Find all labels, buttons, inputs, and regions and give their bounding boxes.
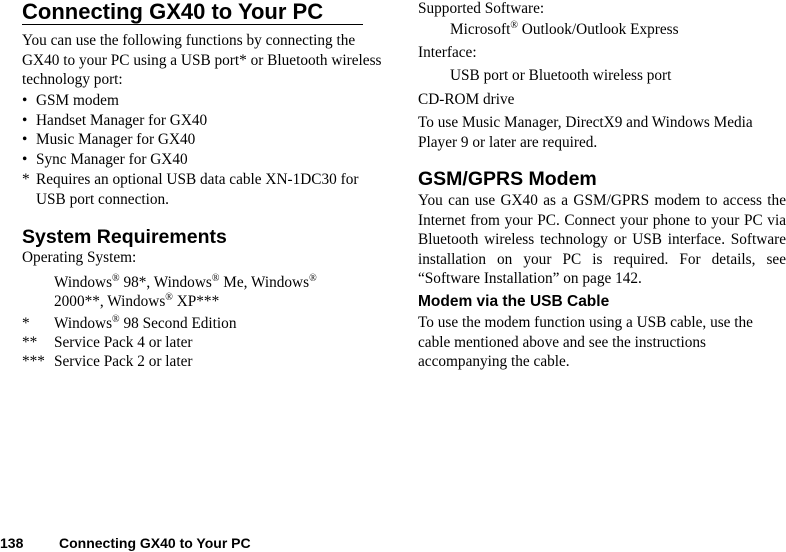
registered-mark: ® bbox=[112, 273, 120, 284]
usb-cable-heading: Modem via the USB Cable bbox=[418, 293, 610, 310]
list-item: • Handset Manager for GX40 bbox=[22, 111, 208, 129]
music-manager-note: To use Music Manager, DirectX9 and Windo… bbox=[418, 114, 753, 151]
list-item: • Music Manager for GX40 bbox=[22, 131, 196, 149]
gsm-gprs-paragraph: You can use GX40 as a GSM/GPRS modem to … bbox=[418, 192, 786, 288]
supported-software-value: Microsoft® Outlook/Outlook Express bbox=[450, 20, 679, 39]
gsm-gprs-modem-heading: GSM/GPRS Modem bbox=[418, 168, 597, 190]
interface-value: USB port or Bluetooth wireless port bbox=[450, 67, 672, 84]
system-requirements-heading: System Requirements bbox=[22, 226, 227, 248]
intro-paragraph: You can use the following functions by c… bbox=[22, 32, 382, 89]
page-title: Connecting GX40 to Your PC bbox=[22, 0, 363, 25]
bullet-mark: • bbox=[22, 111, 28, 129]
registered-mark: ® bbox=[112, 314, 120, 325]
registered-mark: ® bbox=[165, 292, 173, 303]
footnote-item: * Windows® 98 Second Edition bbox=[22, 314, 237, 333]
usb-cable-note: * Requires an optional USB data cable XN-… bbox=[22, 171, 359, 208]
os-line-1: Windows® 98*, Windows® Me, Windows® bbox=[54, 273, 317, 292]
os-line-2: 2000**, Windows® XP*** bbox=[54, 292, 220, 311]
list-item: • GSM modem bbox=[22, 92, 119, 109]
supported-software-label: Supported Software: bbox=[418, 0, 545, 17]
footer-title: Connecting GX40 to Your PC bbox=[59, 535, 251, 551]
bullet-mark: • bbox=[22, 131, 28, 149]
list-item: • Sync Manager for GX40 bbox=[22, 150, 188, 168]
usb-cable-paragraph: To use the modem function using a USB ca… bbox=[418, 314, 753, 371]
function-list: • GSM modem • Handset Manager for GX40 • Mu… bbox=[22, 91, 207, 169]
bullet-mark: • bbox=[22, 150, 28, 168]
bullet-mark: • bbox=[22, 92, 28, 109]
interface-label: Interface: bbox=[418, 44, 477, 61]
cdrom-requirement: CD-ROM drive bbox=[418, 91, 515, 108]
os-label: Operating System: bbox=[22, 249, 137, 266]
page-number: 138 bbox=[0, 535, 24, 551]
registered-mark: ® bbox=[309, 273, 317, 284]
footnote-item: ** Service Pack 4 or later bbox=[22, 334, 193, 351]
registered-mark: ® bbox=[510, 20, 518, 31]
footnote-item: *** Service Pack 2 or later bbox=[22, 353, 193, 370]
